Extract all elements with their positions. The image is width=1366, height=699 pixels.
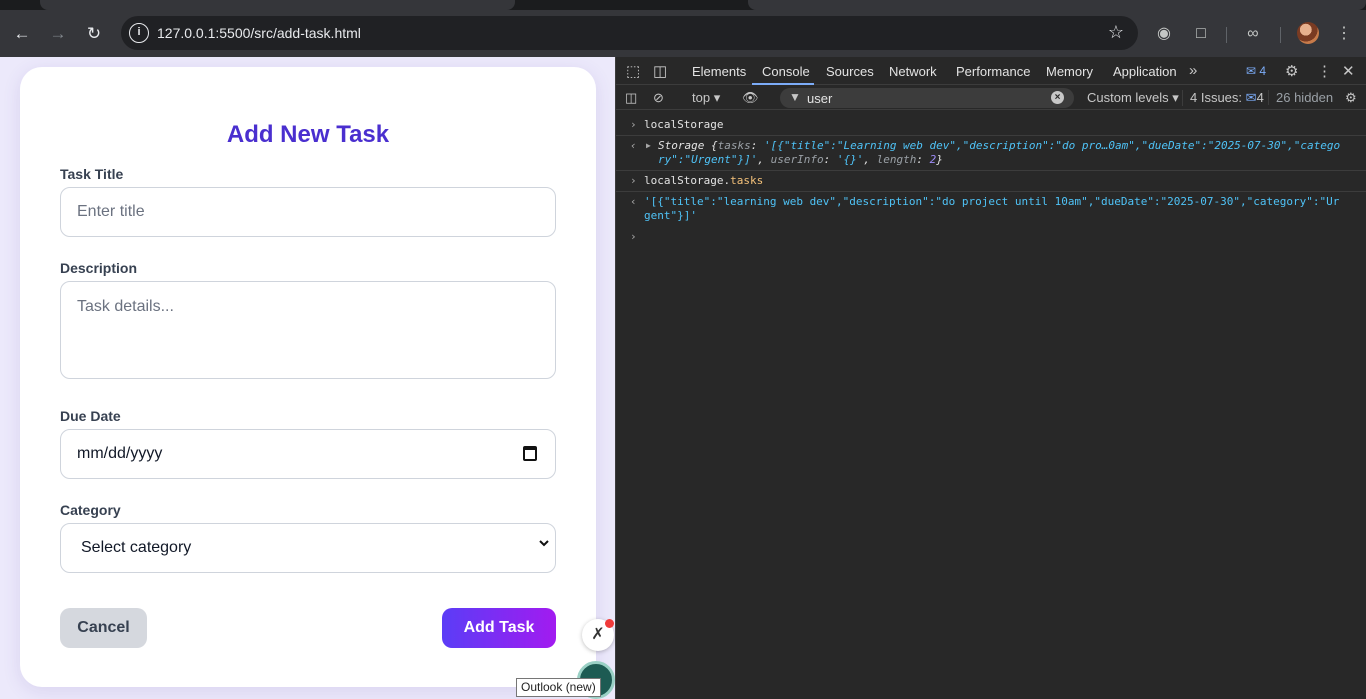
category-selected-value: Select category bbox=[81, 539, 192, 556]
console-command-object: localStorage. bbox=[644, 174, 731, 187]
url-text[interactable]: 127.0.0.1:5500/src/add-task.html bbox=[157, 25, 361, 41]
category-select[interactable]: Select category bbox=[60, 523, 556, 573]
page-title: Add New Task bbox=[226, 121, 390, 148]
output-chevron-icon: ‹ bbox=[630, 195, 637, 208]
input-chevron-icon: › bbox=[630, 174, 637, 187]
more-tabs-icon[interactable]: » bbox=[1189, 62, 1197, 79]
storage-key-length: length bbox=[876, 153, 917, 166]
issues-label: 4 Issues: bbox=[1190, 90, 1243, 105]
input-chevron-icon: › bbox=[630, 118, 637, 131]
issues-badge-count: 4 bbox=[1259, 64, 1267, 78]
console-command-property: tasks bbox=[730, 174, 764, 187]
issues-icon: ✉ bbox=[1245, 90, 1257, 105]
output-chevron-icon: ‹ bbox=[630, 139, 637, 152]
task-title-input[interactable]: Enter title bbox=[60, 187, 556, 237]
tab-network[interactable]: Network bbox=[889, 64, 937, 79]
storage-key-tasks: tasks bbox=[717, 139, 751, 152]
console-result-line[interactable]: ‹ ▶ Storage {tasks: '[{"title":"Learning… bbox=[616, 136, 1366, 171]
tab-console[interactable]: Console bbox=[762, 64, 810, 79]
camera-icon[interactable]: ◉ bbox=[1154, 24, 1174, 44]
description-label: Description bbox=[60, 260, 138, 276]
context-selector[interactable]: top ▾ bbox=[692, 90, 720, 106]
console-input-line: › localStorage bbox=[616, 115, 1366, 136]
toolbar-divider bbox=[1226, 27, 1227, 43]
tasks-string-line-2: gent"}]' bbox=[644, 209, 697, 222]
cancel-button[interactable]: Cancel bbox=[60, 608, 147, 648]
chevron-down-icon bbox=[539, 540, 549, 547]
storage-value-length: 2 bbox=[929, 153, 937, 166]
toolbar-divider bbox=[1280, 27, 1281, 43]
console-filter-input[interactable]: ▼ user × bbox=[780, 88, 1074, 108]
storage-value-tasks: '[{"title":"Learning web dev","descripti… bbox=[763, 139, 1341, 152]
console-input-line: › localStorage.tasks bbox=[616, 171, 1366, 192]
issues-badge[interactable]: ✉ 4 bbox=[1246, 64, 1266, 78]
description-textarea[interactable]: Task details... bbox=[60, 281, 556, 379]
hidden-messages-count: 26 hidden bbox=[1268, 90, 1333, 105]
live-expression-eye-icon[interactable]: 👁 bbox=[742, 90, 759, 106]
devtools-menu-icon[interactable]: ⋮ bbox=[1317, 62, 1332, 80]
inspect-element-icon[interactable]: ⬚ bbox=[626, 62, 640, 80]
devtools-panel: ⬚ ◫ Elements Console Sources Network Per… bbox=[615, 57, 1366, 699]
storage-value-userinfo: '{}' bbox=[836, 153, 864, 166]
floating-extension-button[interactable]: ✗ bbox=[582, 619, 614, 651]
browser-toolbar: ← → ↻ i 127.0.0.1:5500/src/add-task.html… bbox=[0, 10, 1366, 57]
more-menu-icon[interactable]: ⋮ bbox=[1334, 24, 1354, 44]
sidebar-toggle-icon[interactable]: ◫ bbox=[625, 90, 637, 106]
task-title-label: Task Title bbox=[60, 166, 124, 182]
address-bar[interactable]: i 127.0.0.1:5500/src/add-task.html ☆ bbox=[121, 16, 1138, 50]
issues-counter[interactable]: 4 Issues: ✉4 bbox=[1182, 90, 1264, 106]
log-levels-label: Custom levels bbox=[1087, 90, 1169, 105]
extensions-icon[interactable]: □ bbox=[1191, 24, 1211, 44]
prompt-chevron-icon: › bbox=[630, 230, 637, 243]
storage-key-userinfo: userInfo bbox=[770, 153, 824, 166]
console-toolbar: ◫ ⊘ top ▾ 👁 ▼ user × Custom levels ▾ 4 I… bbox=[616, 85, 1366, 110]
reload-icon[interactable]: ↻ bbox=[83, 23, 105, 45]
tooltip: Outlook (new) bbox=[516, 678, 601, 697]
due-date-input[interactable]: mm/dd/yyyy bbox=[60, 429, 556, 479]
filter-value: user bbox=[807, 91, 833, 106]
console-result-line: ‹ '[{"title":"learning web dev","descrip… bbox=[616, 192, 1366, 226]
category-label: Category bbox=[60, 502, 121, 518]
page-viewport: Add New Task Task Title Enter title Desc… bbox=[0, 57, 615, 699]
context-value: top bbox=[692, 90, 711, 105]
notification-dot bbox=[605, 619, 614, 628]
browser-tab[interactable] bbox=[748, 0, 1366, 10]
console-prompt[interactable]: › bbox=[616, 226, 1366, 244]
device-toolbar-icon[interactable]: ◫ bbox=[653, 62, 667, 80]
calendar-icon[interactable] bbox=[523, 446, 537, 461]
tab-application[interactable]: Application bbox=[1113, 64, 1177, 79]
console-settings-icon[interactable]: ⚙ bbox=[1345, 90, 1357, 106]
add-task-card: Add New Task Task Title Enter title Desc… bbox=[20, 67, 596, 687]
tab-performance[interactable]: Performance bbox=[956, 64, 1030, 79]
settings-gear-icon[interactable]: ⚙ bbox=[1285, 62, 1298, 80]
profile-avatar[interactable] bbox=[1297, 22, 1319, 44]
storage-value-tasks-cont: ry":"Urgent"}]' bbox=[658, 153, 758, 166]
add-task-button[interactable]: Add Task bbox=[442, 608, 556, 648]
clear-filter-icon[interactable]: × bbox=[1051, 91, 1064, 104]
log-levels-dropdown[interactable]: Custom levels ▾ bbox=[1087, 90, 1179, 106]
tasks-string-line-1: '[{"title":"learning web dev","descripti… bbox=[644, 195, 1340, 208]
clear-console-icon[interactable]: ⊘ bbox=[653, 90, 664, 106]
tab-memory[interactable]: Memory bbox=[1046, 64, 1093, 79]
console-command: localStorage bbox=[644, 118, 724, 131]
due-date-label: Due Date bbox=[60, 408, 121, 424]
tab-strip bbox=[0, 0, 1366, 10]
devtools-tabbar: ⬚ ◫ Elements Console Sources Network Per… bbox=[616, 57, 1366, 85]
shuffle-icon: ✗ bbox=[591, 626, 605, 643]
issues-count: 4 bbox=[1256, 90, 1264, 105]
due-date-value: mm/dd/yyyy bbox=[77, 445, 163, 462]
link-icon[interactable]: ∞ bbox=[1243, 24, 1263, 44]
tab-sources[interactable]: Sources bbox=[826, 64, 874, 79]
filter-icon: ▼ bbox=[789, 90, 801, 104]
storage-prefix: Storage { bbox=[658, 139, 718, 152]
browser-tab[interactable] bbox=[40, 0, 515, 10]
back-icon[interactable]: ← bbox=[11, 23, 33, 45]
console-output: › localStorage ‹ ▶ Storage {tasks: '[{"t… bbox=[616, 115, 1366, 244]
site-info-icon[interactable]: i bbox=[129, 23, 149, 43]
forward-icon[interactable]: → bbox=[47, 23, 69, 45]
tab-elements[interactable]: Elements bbox=[692, 64, 746, 79]
expand-triangle-icon[interactable]: ▶ bbox=[646, 139, 651, 153]
bookmark-star-icon[interactable]: ☆ bbox=[1108, 22, 1124, 43]
close-devtools-icon[interactable]: ✕ bbox=[1342, 62, 1355, 80]
